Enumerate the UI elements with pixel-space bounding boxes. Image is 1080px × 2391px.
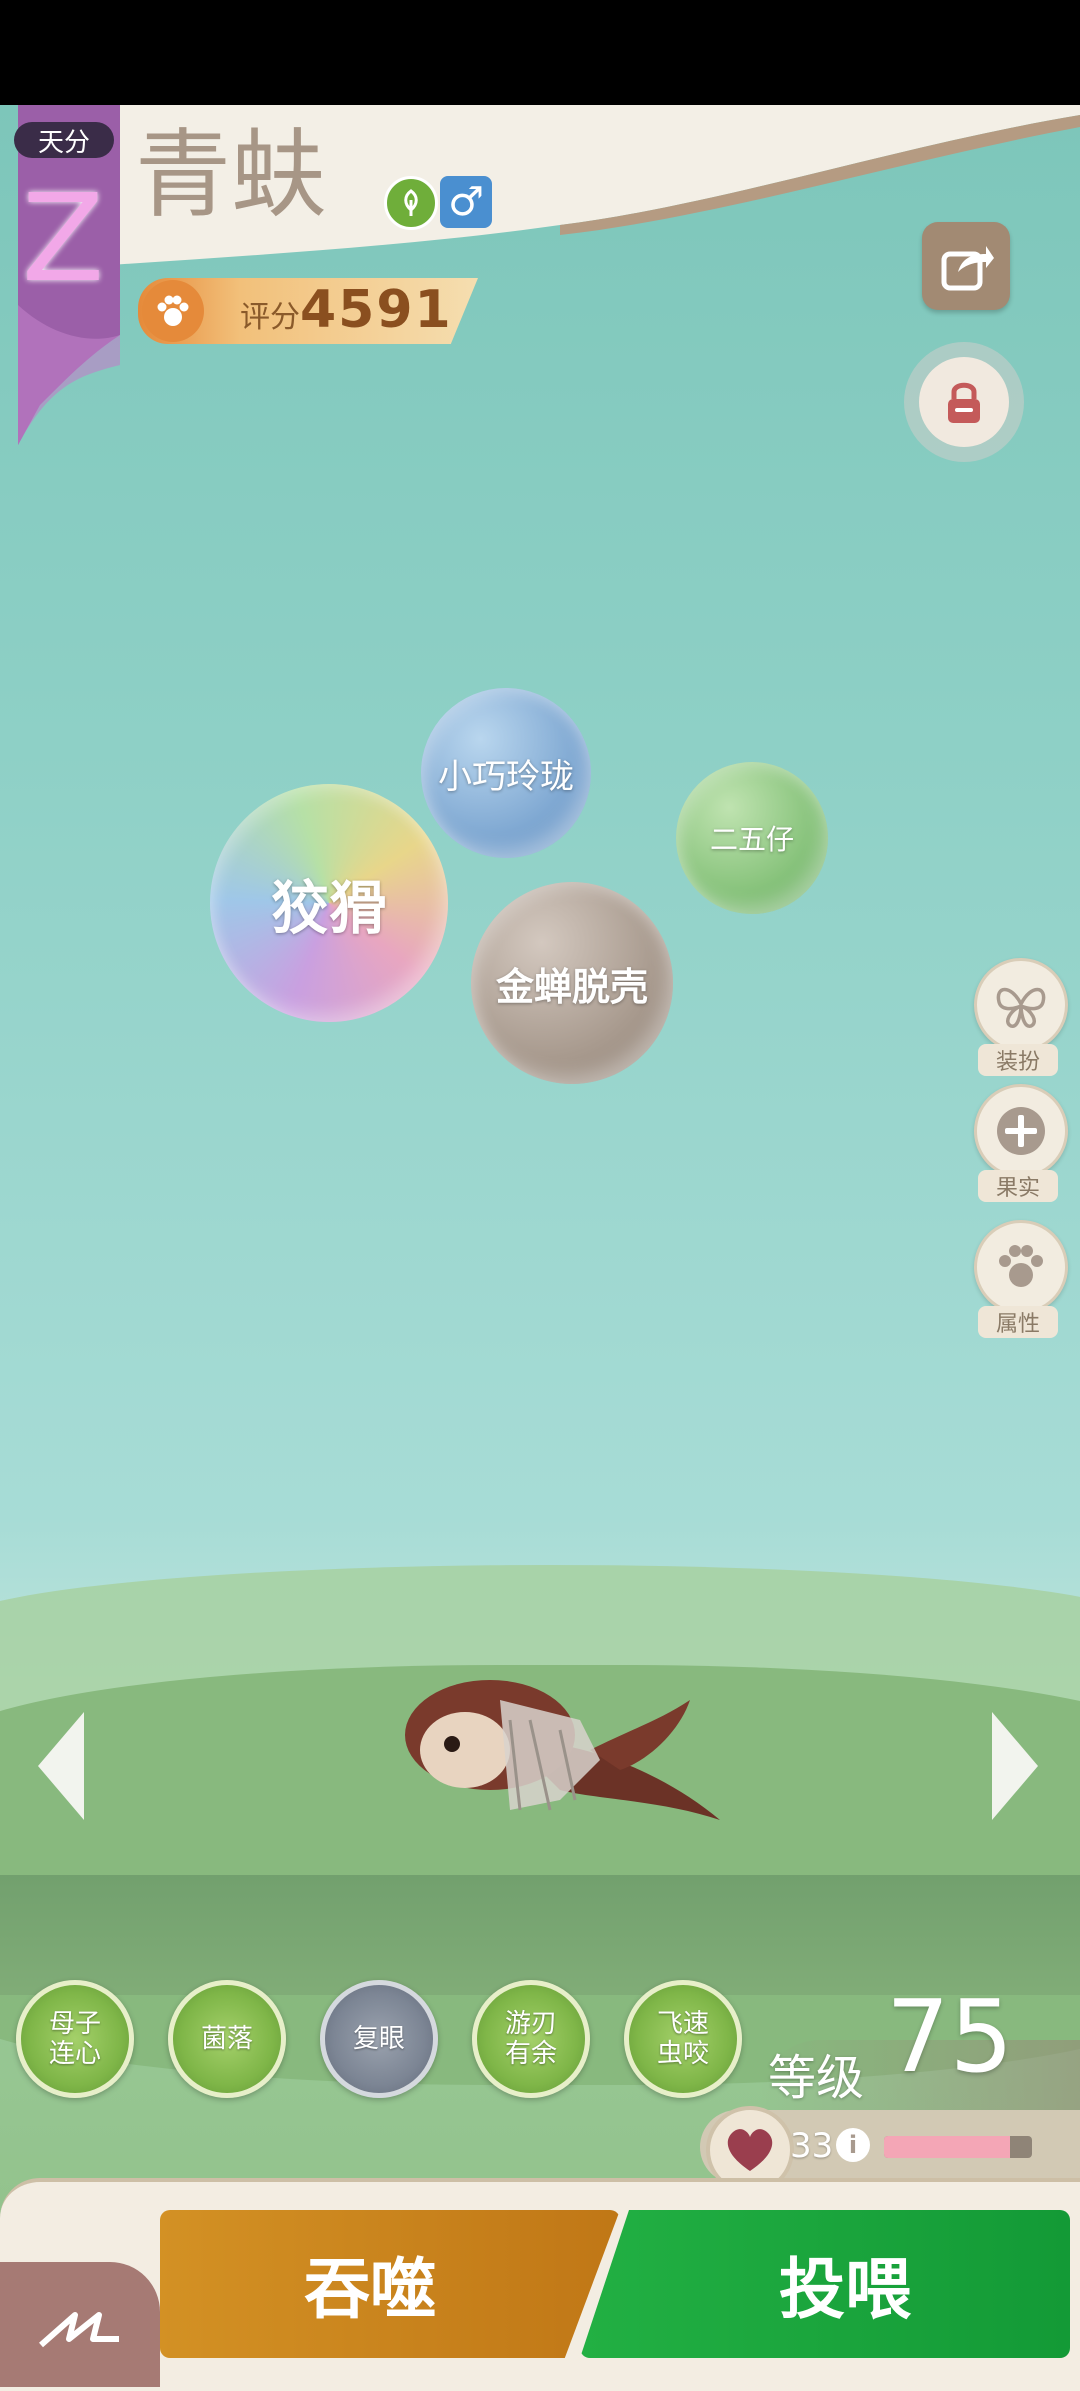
skill-button[interactable]: 游刃 有余 bbox=[472, 1980, 590, 2098]
butterfly-icon bbox=[974, 958, 1068, 1052]
previous-pet-button[interactable] bbox=[36, 1710, 86, 1822]
side-menu-dressup[interactable]: 装扮 bbox=[974, 958, 1068, 1076]
score-value: 4591 bbox=[300, 280, 453, 340]
rank-label: 天分 bbox=[14, 122, 114, 158]
plus-icon bbox=[974, 1084, 1068, 1178]
share-button[interactable] bbox=[922, 222, 1010, 310]
lock-icon bbox=[948, 382, 980, 423]
paw-icon bbox=[974, 1220, 1068, 1314]
level-value: 75 bbox=[886, 1978, 1014, 2095]
skill-bar: 母子 连心 菌落 复眼 游刃 有余 飞速 虫咬 bbox=[0, 1980, 760, 2110]
trait-bubble[interactable]: 金蝉脱壳 bbox=[471, 882, 673, 1084]
gender-male-icon: ♂ bbox=[440, 176, 492, 228]
share-icon bbox=[941, 246, 994, 291]
lock-button[interactable] bbox=[904, 342, 1024, 462]
rank-grade: Z bbox=[21, 170, 105, 309]
score-label: 评分 bbox=[240, 300, 300, 335]
skill-button[interactable]: 母子 连心 bbox=[16, 1980, 134, 2098]
stamina-value: 33 bbox=[790, 2126, 834, 2166]
back-icon bbox=[39, 2311, 119, 2347]
stamina-bar-fill bbox=[884, 2136, 1010, 2158]
pet-name: 青蚨 bbox=[135, 119, 327, 231]
side-menu-label: 装扮 bbox=[978, 1044, 1058, 1076]
skill-button[interactable]: 飞速 虫咬 bbox=[624, 1980, 742, 2098]
trait-bubble[interactable]: 二五仔 bbox=[676, 762, 828, 914]
lock-icon-wrap bbox=[919, 357, 1009, 447]
feed-button[interactable]: 投喂 bbox=[580, 2210, 1070, 2358]
side-menu-attributes[interactable]: 属性 bbox=[974, 1220, 1068, 1338]
level-label: 等级 bbox=[768, 2050, 865, 2106]
background-grass bbox=[0, 1875, 1080, 1995]
skill-button[interactable]: 菌落 bbox=[168, 1980, 286, 2098]
paw-icon bbox=[142, 280, 204, 342]
info-icon[interactable]: i bbox=[836, 2128, 870, 2162]
next-pet-button[interactable] bbox=[990, 1710, 1040, 1822]
feed-label: 投喂 bbox=[779, 2251, 911, 2328]
arrow-right-icon bbox=[992, 1712, 1038, 1820]
side-menu-label: 属性 bbox=[978, 1306, 1058, 1338]
pet-sprite[interactable] bbox=[360, 1660, 740, 1840]
back-button[interactable] bbox=[0, 2262, 160, 2387]
arrow-left-icon bbox=[38, 1712, 84, 1820]
devour-button[interactable]: 吞噬 bbox=[160, 2210, 620, 2358]
side-menu-label: 果实 bbox=[978, 1170, 1058, 1202]
trait-bubble[interactable]: 小巧玲珑 bbox=[421, 688, 591, 858]
devour-label: 吞噬 bbox=[304, 2251, 436, 2328]
skill-button[interactable]: 复眼 bbox=[320, 1980, 438, 2098]
side-menu-fruit[interactable]: 果实 bbox=[974, 1084, 1068, 1202]
stamina-bar bbox=[884, 2136, 1032, 2158]
grass-element-icon bbox=[384, 176, 438, 230]
trait-bubble[interactable]: 狡猾 bbox=[210, 784, 448, 1022]
